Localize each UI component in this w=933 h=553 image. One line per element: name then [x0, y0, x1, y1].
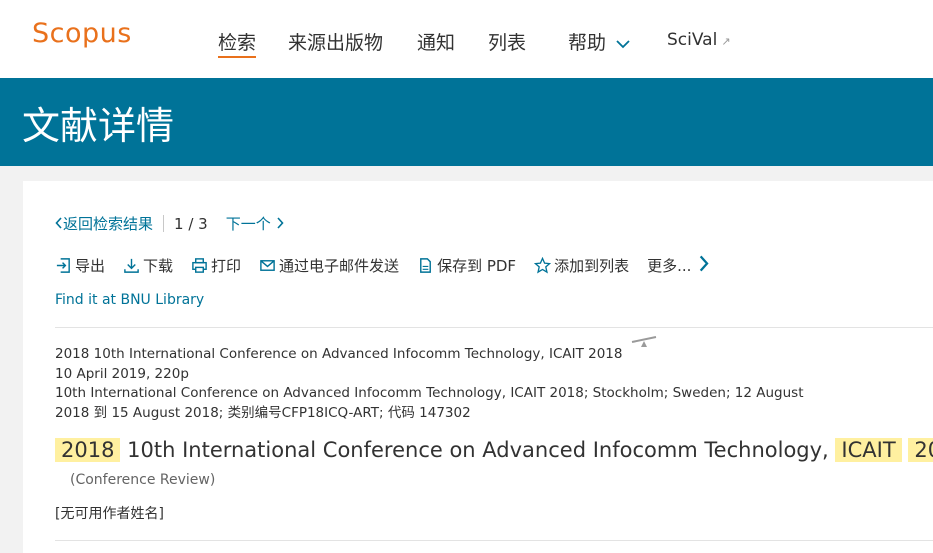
page-banner: 文献详情	[0, 78, 933, 166]
pdf-icon	[420, 258, 431, 273]
nav-alerts[interactable]: 通知	[417, 28, 455, 55]
chevron-down-icon	[616, 32, 630, 54]
conference-info: 10th International Conference on Advance…	[55, 385, 804, 401]
source-title[interactable]: 2018 10th International Conference on Ad…	[55, 345, 815, 365]
publication-date: 10 April 2019, 220p	[55, 365, 189, 382]
nav-help-label: 帮助	[568, 32, 607, 54]
divider	[55, 540, 933, 541]
nav-lists[interactable]: 列表	[488, 28, 526, 55]
save-pdf-label: 保存到 PDF	[437, 257, 517, 275]
add-to-list-label: 添加到列表	[554, 257, 630, 275]
search-highlight: 2018	[55, 438, 121, 462]
top-navigation-bar: Scopus 检索 来源出版物 通知 列表 帮助 SciVal ↗	[0, 0, 933, 78]
result-pager: 1 / 3	[174, 214, 208, 233]
nav-scival-label: SciVal	[667, 30, 718, 50]
search-highlight: ICAIT	[835, 438, 902, 462]
add-to-list-button[interactable]: 添加到列表	[534, 255, 629, 276]
print-icon	[192, 258, 207, 273]
author-list: [无可用作者姓名]	[55, 506, 164, 522]
conference-details: 2018 到 15 August 2018; 类别编号CFP18ICQ-ART;…	[55, 404, 471, 421]
find-it-library-link[interactable]: Find it at BNU Library	[55, 292, 204, 308]
download-icon	[124, 258, 139, 273]
chevron-left-icon	[55, 217, 63, 233]
more-button[interactable]: 更多...	[647, 255, 715, 276]
external-link-icon: ↗	[721, 35, 731, 48]
more-label: 更多...	[647, 257, 692, 275]
nav-help[interactable]: 帮助	[568, 28, 630, 55]
next-result-label: 下一个	[225, 215, 271, 233]
chevron-right-icon	[276, 217, 284, 233]
export-label: 导出	[75, 257, 106, 275]
export-button[interactable]: 导出	[55, 255, 105, 276]
result-navigation: 返回检索结果 1 / 3 下一个	[55, 213, 284, 234]
document-title-text: 10th International Conference on Advance…	[127, 438, 829, 462]
back-to-results-label: 返回检索结果	[63, 215, 154, 233]
export-icon	[56, 258, 70, 273]
document-toolbar: 导出 下载 打印 通过电子邮件发送 保存到 PDF 添加到列表 更多...	[55, 255, 733, 276]
print-label: 打印	[211, 257, 242, 275]
document-title: 2018 10th International Conference on Ad…	[55, 438, 933, 462]
document-details-card: 返回检索结果 1 / 3 下一个 导出 下载 打印 通过电子邮件发送 保存到 P…	[23, 181, 933, 553]
search-highlight: 2018	[908, 438, 933, 462]
download-label: 下载	[143, 257, 174, 275]
page-title: 文献详情	[22, 104, 175, 148]
nav-search[interactable]: 检索	[218, 28, 257, 58]
divider	[55, 327, 933, 328]
document-type: (Conference Review)	[70, 472, 216, 488]
print-button[interactable]: 打印	[191, 255, 241, 276]
save-pdf-button[interactable]: 保存到 PDF	[417, 255, 516, 276]
source-information: 2018 10th International Conference on Ad…	[55, 345, 815, 423]
back-to-results-link[interactable]: 返回检索结果	[55, 213, 153, 234]
scopus-logo[interactable]: Scopus	[32, 18, 132, 49]
chevron-right-icon	[695, 255, 715, 276]
email-button[interactable]: 通过电子邮件发送	[259, 255, 399, 276]
download-button[interactable]: 下载	[123, 255, 173, 276]
star-icon	[534, 257, 552, 274]
email-icon	[260, 260, 275, 271]
nav-sources[interactable]: 来源出版物	[288, 28, 383, 55]
divider	[163, 215, 165, 232]
next-result-link[interactable]: 下一个	[226, 213, 284, 234]
email-label: 通过电子邮件发送	[279, 257, 400, 275]
nav-scival[interactable]: SciVal ↗	[667, 30, 731, 50]
